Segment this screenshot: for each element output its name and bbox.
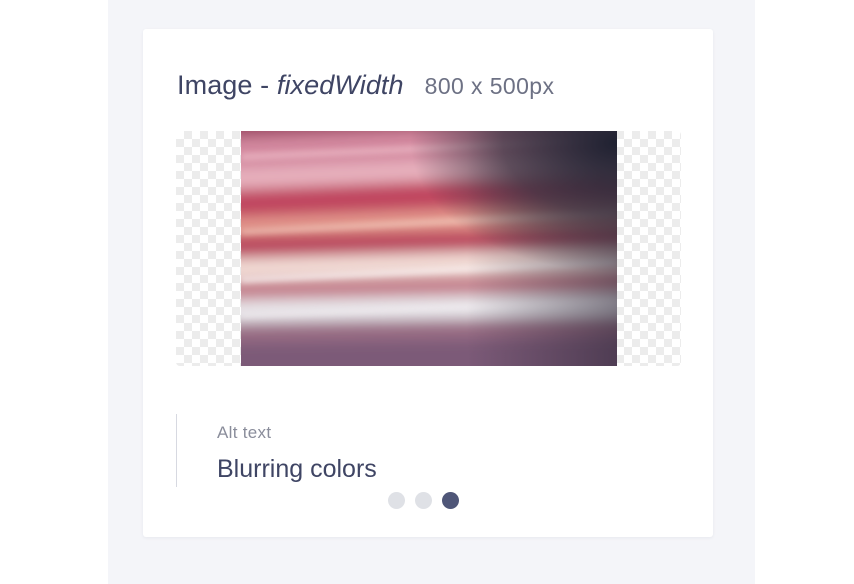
- image-dimensions: 800 x 500px: [424, 73, 555, 99]
- title-prefix: Image -: [177, 70, 277, 100]
- image-card: Image - fixedWidth 800 x 500px Alt text …: [143, 29, 713, 537]
- title-variant: fixedWidth: [276, 70, 404, 100]
- alt-text-section: Alt text Blurring colors: [176, 414, 577, 487]
- pagination-dot-3-active[interactable]: [442, 492, 459, 509]
- alt-text-value: Blurring colors: [217, 455, 377, 483]
- pagination-dot-1[interactable]: [388, 492, 405, 509]
- pagination-dot-2[interactable]: [415, 492, 432, 509]
- preview-image: [241, 131, 617, 366]
- image-preview-frame: [176, 131, 681, 366]
- card-title: Image - fixedWidth: [177, 70, 404, 101]
- pagination-dots: [388, 492, 459, 509]
- card-header: Image - fixedWidth 800 x 500px: [177, 70, 554, 101]
- alt-text-label: Alt text: [217, 423, 272, 442]
